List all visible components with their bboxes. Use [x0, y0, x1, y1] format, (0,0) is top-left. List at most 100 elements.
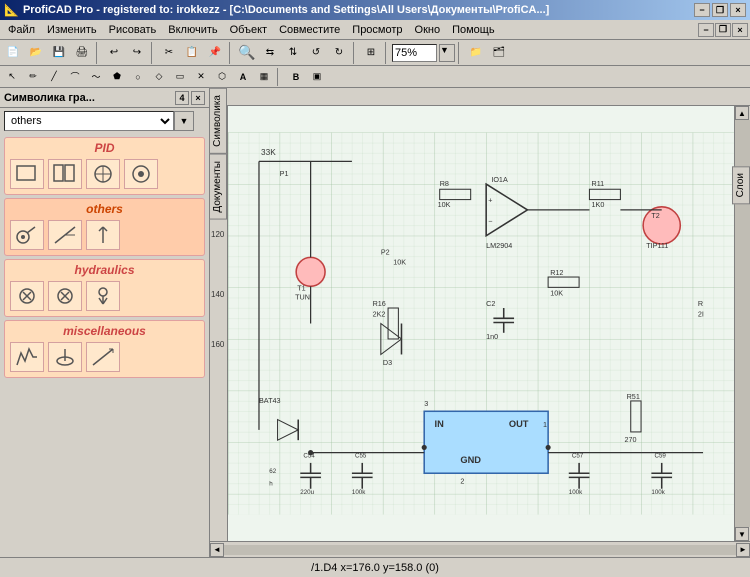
- svg-text:33K: 33K: [261, 148, 276, 157]
- save-button[interactable]: 💾: [48, 42, 70, 64]
- rotate-r-button[interactable]: ↻: [328, 42, 350, 64]
- special-tool[interactable]: ▣: [307, 68, 327, 86]
- menu-view[interactable]: Просмотр: [346, 22, 408, 38]
- menu-include[interactable]: Включить: [162, 22, 223, 38]
- restore-button[interactable]: ❐: [712, 3, 728, 17]
- sym-icon-others-1[interactable]: [10, 220, 44, 250]
- sym-icon-hyd-1[interactable]: [10, 281, 44, 311]
- dropdown-arrow-button[interactable]: ▼: [174, 111, 194, 131]
- zoom-input[interactable]: [392, 44, 437, 62]
- text-tool[interactable]: A: [233, 68, 253, 86]
- svg-text:C57: C57: [572, 453, 584, 460]
- rotate-l-button[interactable]: ↺: [305, 42, 327, 64]
- line-tool[interactable]: ╱: [44, 68, 64, 86]
- svg-text:IO1A: IO1A: [491, 175, 508, 184]
- arc-tool[interactable]: ⌒: [65, 68, 85, 86]
- sym-icon-pid-4[interactable]: [124, 159, 158, 189]
- category-others-label: others: [8, 202, 201, 216]
- flip-v-button[interactable]: ⇅: [282, 42, 304, 64]
- sym-icon-misc-2[interactable]: [48, 342, 82, 372]
- category-miscellaneous: miscellaneous: [4, 320, 205, 378]
- polygon-tool[interactable]: ⬟: [107, 68, 127, 86]
- extra-button2[interactable]: 🗂: [488, 42, 510, 64]
- svg-text:R12: R12: [550, 268, 563, 277]
- svg-text:BAT43: BAT43: [259, 396, 281, 405]
- scroll-up-button[interactable]: ▲: [735, 106, 749, 120]
- cross-tool[interactable]: ✕: [191, 68, 211, 86]
- app-icon: 📐: [4, 3, 19, 17]
- zoom-dropdown-button[interactable]: ▼: [439, 44, 455, 62]
- scroll-left-button[interactable]: ◄: [210, 543, 224, 557]
- svg-text:10K: 10K: [550, 289, 563, 298]
- svg-text:220u: 220u: [300, 489, 314, 496]
- pencil-tool[interactable]: ✏: [23, 68, 43, 86]
- curve-tool[interactable]: 〜: [86, 68, 106, 86]
- layer-tab[interactable]: Слои: [732, 166, 750, 204]
- symbol-category-select[interactable]: others PID hydraulics miscellaneous: [4, 111, 174, 131]
- image-tool[interactable]: ▦: [254, 68, 274, 86]
- app-restore-button[interactable]: ❐: [715, 23, 731, 37]
- new-button[interactable]: 📄: [2, 42, 24, 64]
- undo-button[interactable]: ↩: [103, 42, 125, 64]
- scroll-down-button[interactable]: ▼: [735, 527, 749, 541]
- sym-icon-pid-1[interactable]: [10, 159, 44, 189]
- panel-pin-button[interactable]: 4: [175, 91, 189, 105]
- print-button[interactable]: 🖨: [71, 42, 93, 64]
- svg-text:10K: 10K: [393, 258, 406, 267]
- sym-icon-misc-1[interactable]: [10, 342, 44, 372]
- sym-icon-others-3[interactable]: [86, 220, 120, 250]
- sidetab-documents[interactable]: Документы: [209, 154, 227, 220]
- h-scroll-track[interactable]: [224, 545, 736, 555]
- zoom-in-icon[interactable]: 🔍: [236, 42, 258, 64]
- cut-button[interactable]: ✂: [158, 42, 180, 64]
- menu-window[interactable]: Окно: [409, 22, 447, 38]
- sym-icon-hyd-2[interactable]: [48, 281, 82, 311]
- close-button[interactable]: ×: [730, 3, 746, 17]
- category-pid-label: PID: [8, 141, 201, 155]
- zoom-fit-button[interactable]: ⊞: [360, 42, 382, 64]
- scroll-right-button[interactable]: ►: [736, 543, 750, 557]
- app-close-button[interactable]: ×: [732, 23, 748, 37]
- svg-text:270: 270: [625, 435, 637, 444]
- svg-text:C55: C55: [355, 453, 367, 460]
- sym-icon-others-2[interactable]: [48, 220, 82, 250]
- diamond-tool[interactable]: ◇: [149, 68, 169, 86]
- sym-icon-hyd-3[interactable]: [86, 281, 120, 311]
- open-button[interactable]: 📂: [25, 42, 47, 64]
- sym-icon-misc-3[interactable]: [86, 342, 120, 372]
- grid-area[interactable]: 33K P1 T1 TUN P2 10K: [228, 106, 734, 541]
- copy-button[interactable]: 📋: [181, 42, 203, 64]
- extra-button[interactable]: 📁: [465, 42, 487, 64]
- zoom-box: ▼: [392, 44, 455, 62]
- select-tool[interactable]: ↖: [2, 68, 22, 86]
- menu-edit[interactable]: Изменить: [41, 22, 103, 38]
- bold-tool[interactable]: B: [286, 68, 306, 86]
- sidetab-symbols[interactable]: Символика: [209, 88, 227, 154]
- hex-tool[interactable]: ⬡: [212, 68, 232, 86]
- svg-text:TIP111: TIP111: [646, 241, 668, 250]
- category-hydraulics-icons: [8, 279, 201, 313]
- svg-text:T2: T2: [651, 211, 659, 220]
- svg-text:R16: R16: [373, 299, 386, 308]
- minimize-button[interactable]: −: [694, 3, 710, 17]
- menu-draw[interactable]: Рисовать: [103, 22, 163, 38]
- sep1: [96, 42, 100, 64]
- svg-text:OUT: OUT: [509, 419, 529, 429]
- menu-align[interactable]: Совместите: [273, 22, 346, 38]
- rect-tool[interactable]: ▭: [170, 68, 190, 86]
- redo-button[interactable]: ↪: [126, 42, 148, 64]
- menu-file[interactable]: Файл: [2, 22, 41, 38]
- category-others-icons: [8, 218, 201, 252]
- panel-close-button[interactable]: ×: [191, 91, 205, 105]
- menu-help[interactable]: Помощь: [446, 22, 501, 38]
- sym-icon-pid-3[interactable]: [86, 159, 120, 189]
- sym-icon-pid-2[interactable]: [48, 159, 82, 189]
- svg-text:2K2: 2K2: [373, 309, 386, 318]
- app-minimize-button[interactable]: −: [698, 23, 714, 37]
- menu-object[interactable]: Объект: [224, 22, 273, 38]
- svg-text:100k: 100k: [651, 489, 665, 496]
- flip-h-button[interactable]: ⇆: [259, 42, 281, 64]
- circle-tool[interactable]: ○: [128, 68, 148, 86]
- svg-text:R8: R8: [440, 179, 449, 188]
- paste-button[interactable]: 📌: [204, 42, 226, 64]
